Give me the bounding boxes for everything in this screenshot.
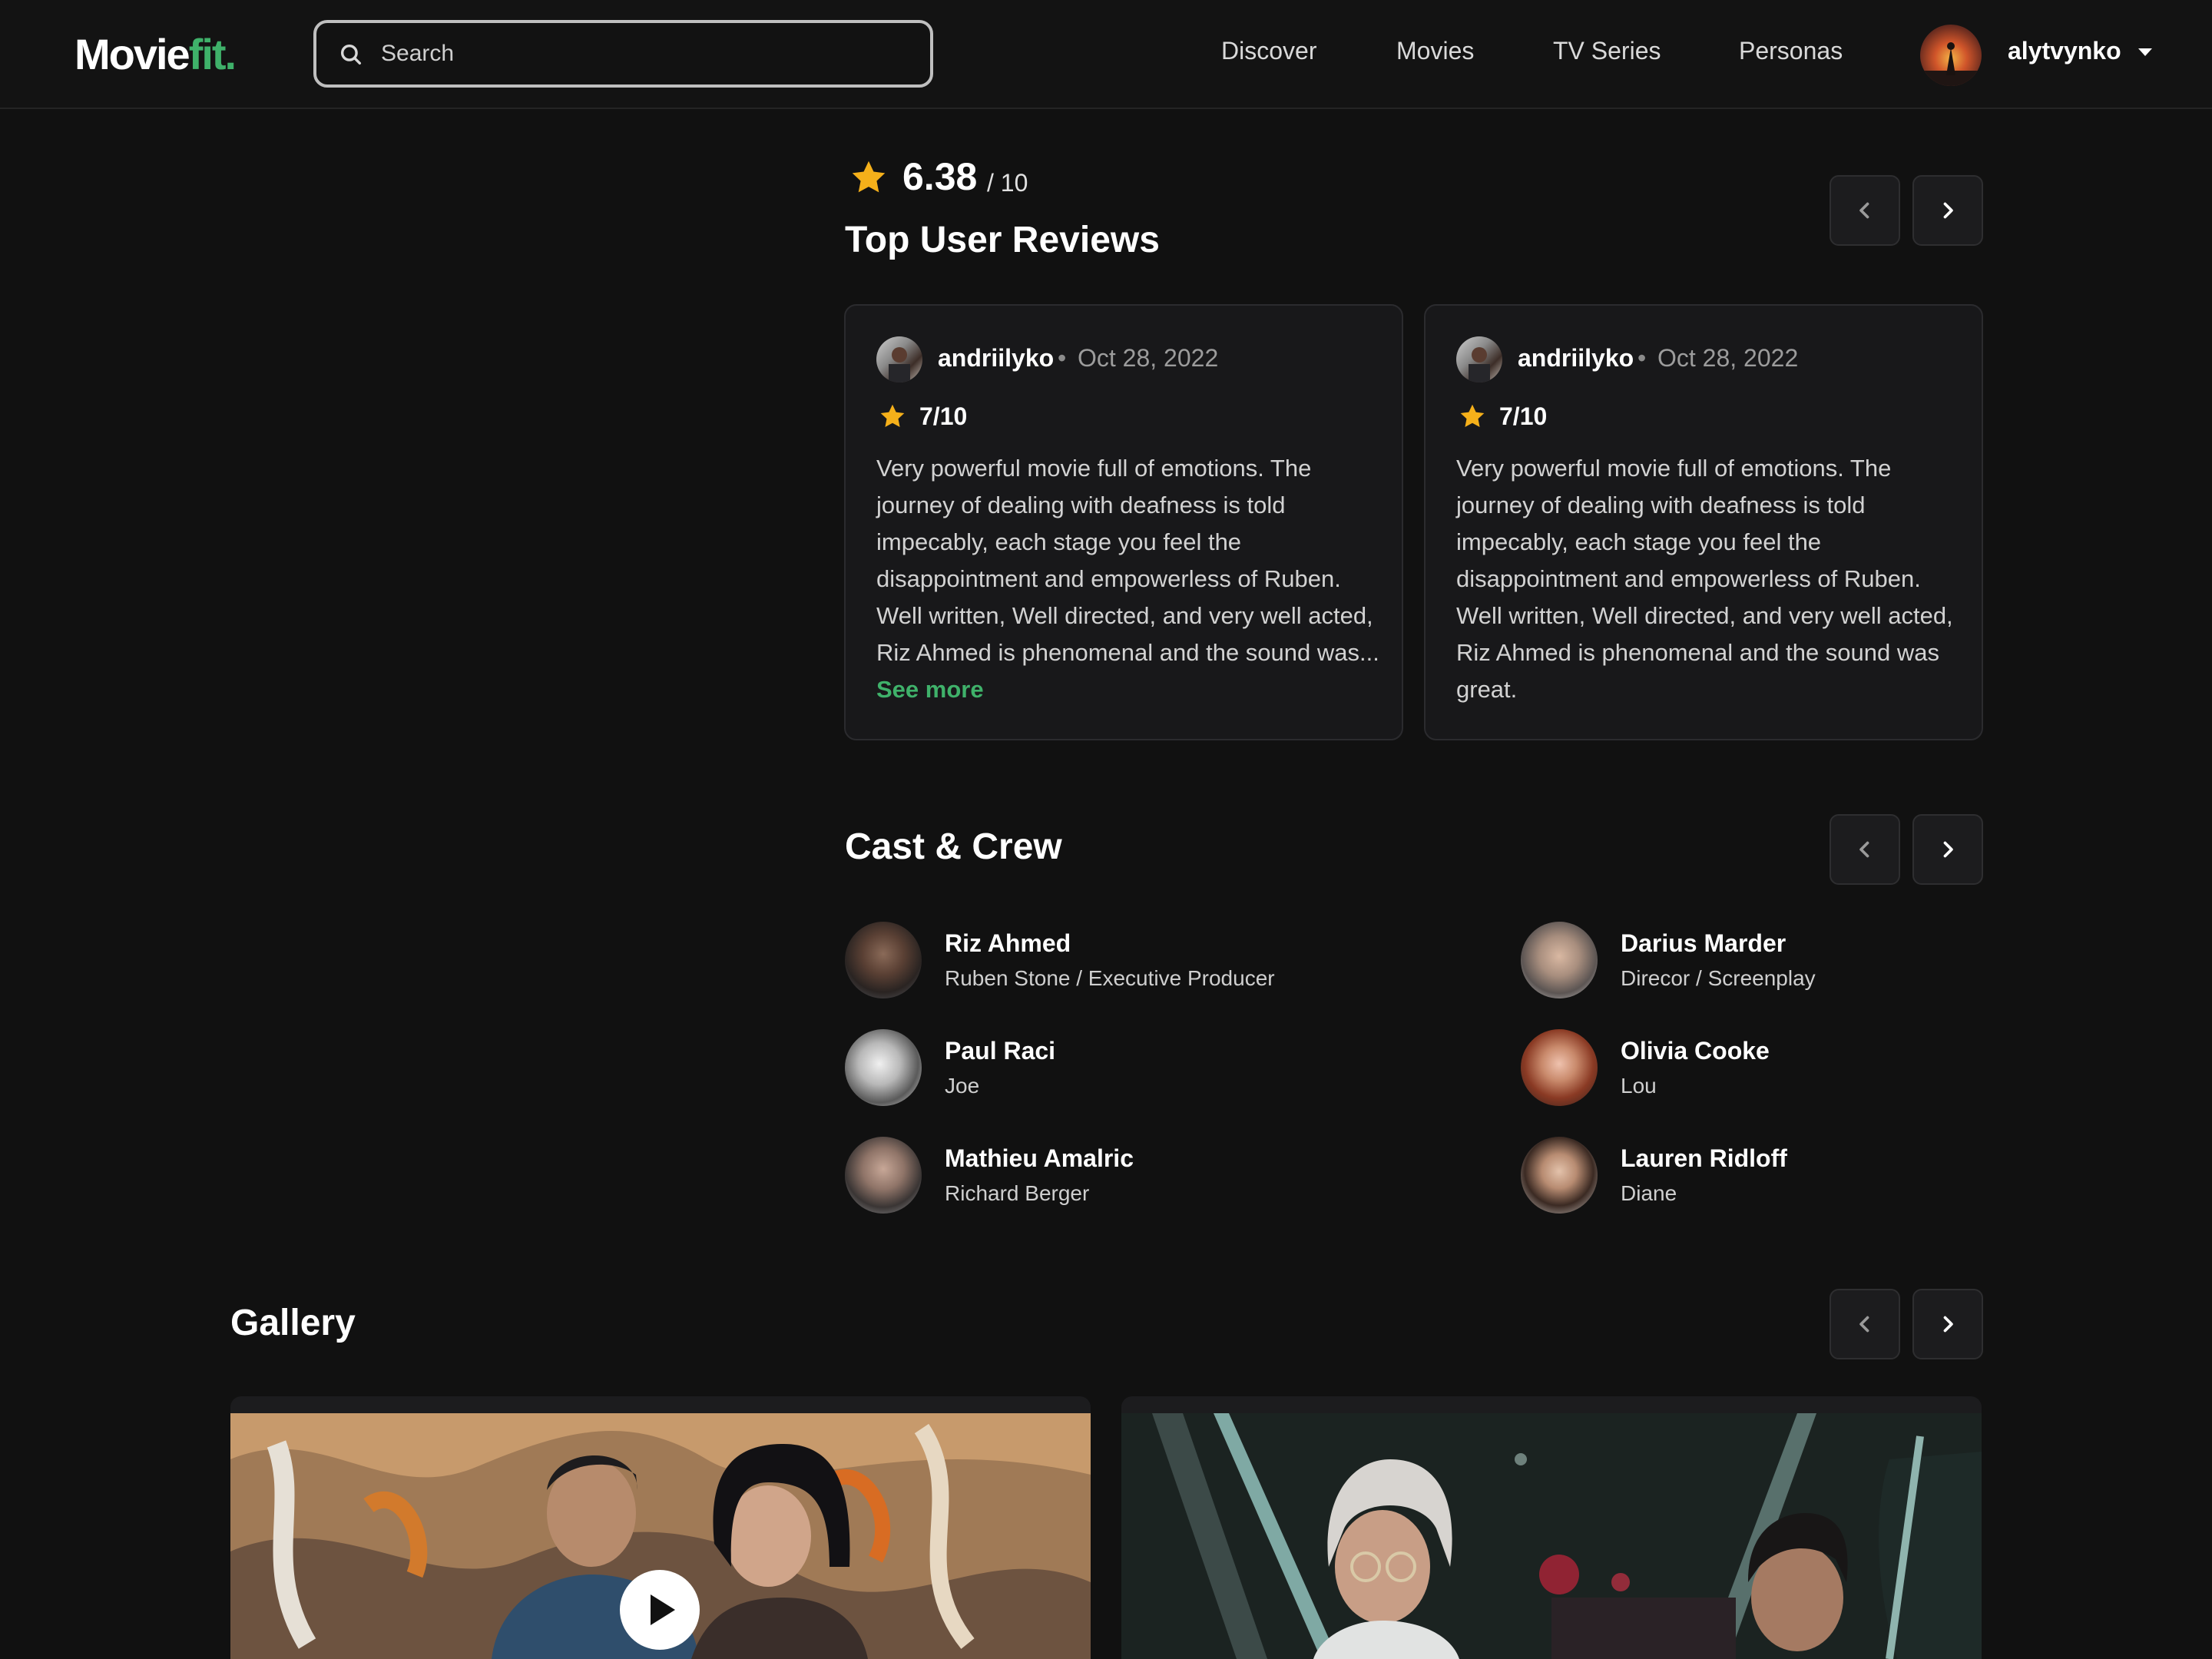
review-text: Very powerful movie full of emotions. Th… — [876, 450, 1383, 708]
review-author[interactable]: andriilyko — [1518, 343, 1634, 373]
gallery-title: Gallery — [230, 1303, 356, 1343]
cast-role: Direcor / Screenplay — [1621, 966, 1816, 990]
nav-link-discover[interactable]: Discover — [1221, 35, 1316, 66]
reviews-next-button[interactable] — [1912, 175, 1983, 246]
review-text: Very powerful movie full of emotions. Th… — [1456, 455, 1953, 703]
cast-member[interactable]: Paul Raci Joe — [845, 1029, 1459, 1109]
cast-member[interactable]: Mathieu Amalric Richard Berger — [845, 1137, 1459, 1217]
search-box[interactable] — [313, 20, 933, 88]
cast-photo — [845, 1137, 922, 1214]
gallery-item-photo[interactable] — [1121, 1396, 1982, 1659]
rating-max: / 10 — [987, 169, 1028, 197]
cast-name: Riz Ahmed — [945, 929, 1071, 957]
cast-member[interactable]: Darius Marder Direcor / Screenplay — [1521, 922, 2135, 1002]
review-card[interactable]: andriilyko • Oct 28, 2022 7/10 Very powe… — [1424, 304, 1983, 740]
cast-name: Lauren Ridloff — [1621, 1144, 1787, 1172]
chevron-left-icon — [1859, 1316, 1869, 1333]
logo-text-fit: fit. — [188, 30, 237, 78]
gallery-image — [1121, 1413, 1982, 1659]
play-icon — [651, 1594, 675, 1625]
cast-next-button[interactable] — [1912, 814, 1983, 885]
cast-photo — [1521, 1137, 1598, 1214]
cast-member[interactable]: Lauren Ridloff Diane — [1521, 1137, 2135, 1217]
nav-link-tv-series[interactable]: TV Series — [1553, 35, 1661, 66]
reviewer-avatar-image — [1469, 347, 1490, 382]
chevron-right-icon — [1943, 1316, 1953, 1333]
cast-role: Diane — [1621, 1181, 1677, 1205]
nav-link-personas[interactable]: Personas — [1739, 35, 1843, 66]
chevron-left-icon — [1859, 202, 1869, 219]
cast-member[interactable]: Riz Ahmed Ruben Stone / Executive Produc… — [845, 922, 1459, 1002]
rating-value: 6.38 — [902, 155, 978, 198]
review-score: 7/10 — [919, 402, 968, 430]
chevron-right-icon — [1943, 202, 1953, 219]
search-icon — [340, 44, 362, 65]
cast-prev-button[interactable] — [1830, 814, 1900, 885]
star-icon — [1460, 404, 1485, 427]
user-avatar[interactable] — [1920, 25, 1982, 86]
cast-photo — [1521, 1029, 1598, 1106]
caret-down-icon[interactable] — [2137, 46, 2154, 58]
search-input[interactable] — [381, 37, 903, 71]
username[interactable]: alytvynko — [2008, 35, 2121, 66]
chevron-left-icon — [1859, 841, 1869, 858]
cast-role: Ruben Stone / Executive Producer — [945, 966, 1275, 990]
cast-photo — [845, 922, 922, 998]
logo-text-movie: Movie — [75, 30, 190, 78]
reviews-prev-button[interactable] — [1830, 175, 1900, 246]
review-card[interactable]: andriilyko • Oct 28, 2022 7/10 Very powe… — [844, 304, 1403, 740]
gallery-next-button[interactable] — [1912, 1289, 1983, 1359]
nav-link-movies[interactable]: Movies — [1396, 35, 1474, 66]
cast-role: Joe — [945, 1074, 980, 1098]
cast-photo — [1521, 922, 1598, 998]
review-body: Very powerful movie full of emotions. Th… — [876, 455, 1379, 666]
top-navbar: Moviefit. Discover Movies TV Series Pers… — [0, 0, 2212, 109]
review-score: 7/10 — [1499, 402, 1548, 430]
gallery-image-art — [1121, 1413, 1982, 1659]
play-button[interactable] — [620, 1570, 700, 1650]
star-icon — [852, 161, 886, 193]
review-author[interactable]: andriilyko — [938, 343, 1054, 373]
separator-dot: • — [1058, 344, 1067, 372]
cast-role: Richard Berger — [945, 1181, 1090, 1205]
user-avatar-image — [1920, 42, 1982, 86]
cast-name: Mathieu Amalric — [945, 1144, 1134, 1172]
reviewer-avatar[interactable] — [1456, 336, 1502, 382]
chevron-right-icon — [1943, 841, 1953, 858]
cast-name: Darius Marder — [1621, 929, 1786, 957]
cast-member[interactable]: Olivia Cooke Lou — [1521, 1029, 2135, 1109]
see-more-link[interactable]: See more — [876, 676, 984, 703]
review-date: Oct 28, 2022 — [1657, 344, 1799, 372]
logo[interactable]: Moviefit. — [75, 29, 237, 80]
cast-name: Paul Raci — [945, 1037, 1056, 1065]
cast-name: Olivia Cooke — [1621, 1037, 1770, 1065]
star-icon — [880, 404, 905, 427]
cast-photo — [845, 1029, 922, 1106]
cast-title: Cast & Crew — [845, 826, 1062, 867]
gallery-prev-button[interactable] — [1830, 1289, 1900, 1359]
review-date: Oct 28, 2022 — [1078, 344, 1219, 372]
gallery-item-video[interactable] — [230, 1396, 1091, 1659]
reviewer-avatar[interactable] — [876, 336, 922, 382]
separator-dot: • — [1637, 344, 1647, 372]
reviewer-avatar-image — [889, 347, 910, 382]
reviews-title: Top User Reviews — [845, 220, 1160, 260]
cast-role: Lou — [1621, 1074, 1657, 1098]
